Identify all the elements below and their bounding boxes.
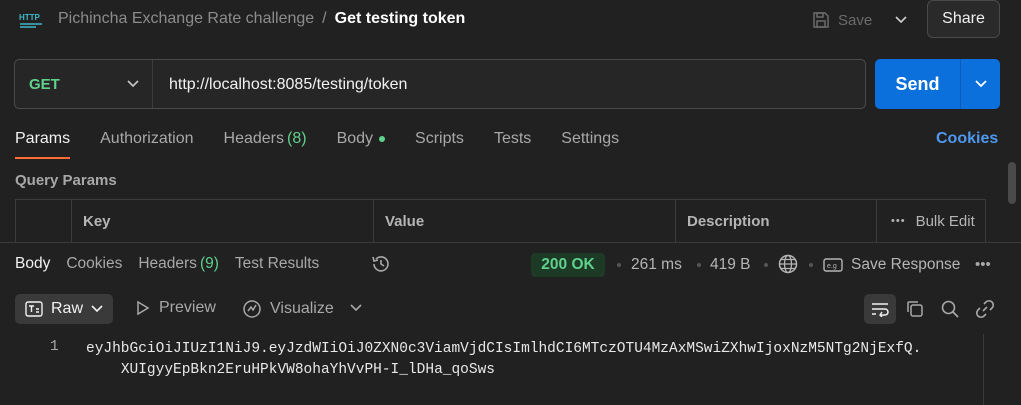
wrap-icon: [872, 303, 889, 317]
scrollbar[interactable]: [1008, 162, 1016, 204]
cookies-link[interactable]: Cookies: [936, 130, 998, 148]
chevron-down-icon: [974, 80, 987, 88]
column-value: Value: [373, 200, 675, 242]
tab-authorization[interactable]: Authorization: [100, 130, 193, 160]
response-body-line: eyJhbGciOiJIUzI1NiJ9.eyJzdWIiOiJ0ZXN0c3V…: [86, 341, 922, 357]
breadcrumb-separator: /: [322, 10, 327, 27]
preview-button[interactable]: Preview: [136, 299, 216, 317]
line-number: 1: [50, 339, 59, 355]
response-tab-headers[interactable]: Headers (9): [138, 255, 219, 273]
response-body-line-continued: XUIgyyEpBkn2EruHPkVW8ohaYhVvPH-I_lDHa_qo…: [120, 362, 495, 378]
tab-headers[interactable]: Headers (8): [224, 130, 307, 160]
response-tabs: Body Cookies Headers (9) Test Results: [15, 255, 335, 273]
collection-name[interactable]: Pichincha Exchange Rate challenge: [58, 10, 314, 27]
bulk-edit-button[interactable]: ••• Bulk Edit: [876, 200, 987, 242]
status-badge[interactable]: 200 OK: [531, 253, 605, 277]
text-format-icon: [25, 301, 43, 317]
tab-body[interactable]: Body: [337, 130, 386, 160]
save-response-button[interactable]: e.g Save Response: [823, 256, 960, 274]
tab-scripts[interactable]: Scripts: [415, 130, 464, 160]
request-name[interactable]: Get testing token: [335, 10, 466, 27]
share-button[interactable]: Share: [927, 0, 1000, 38]
play-icon: [137, 300, 150, 316]
copy-icon[interactable]: [904, 298, 926, 320]
visualize-icon: [243, 300, 261, 318]
history-icon[interactable]: [370, 253, 392, 275]
chevron-down-icon: [895, 16, 907, 24]
body-indicator-dot: [379, 135, 386, 142]
response-tab-test-results[interactable]: Test Results: [235, 255, 319, 273]
chevron-down-icon: [91, 305, 103, 313]
visualize-button[interactable]: Visualize: [242, 299, 334, 319]
save-icon: [813, 12, 829, 28]
chevron-down-icon: [122, 80, 144, 88]
response-size[interactable]: 419 B: [710, 256, 751, 274]
separator-dot: [809, 263, 813, 267]
tab-params[interactable]: Params: [15, 130, 71, 160]
svg-text:HTTP: HTTP: [19, 13, 41, 22]
send-button[interactable]: Send: [875, 59, 960, 109]
response-headers-count: (9): [199, 255, 219, 272]
example-icon: e.g: [823, 258, 843, 272]
response-tab-body[interactable]: Body: [15, 255, 50, 273]
response-time[interactable]: 261 ms: [631, 256, 682, 274]
method-label: GET: [29, 75, 60, 93]
send-divider: [960, 59, 961, 109]
http-icon: HTTP: [18, 8, 44, 32]
response-body[interactable]: eyJhbGciOiJIUzI1NiJ9.eyJzdWIiOiJ0ZXN0c3V…: [86, 339, 921, 381]
send-options-button[interactable]: [961, 59, 1000, 109]
query-params-title: Query Params: [15, 172, 117, 189]
visualize-options-button[interactable]: [349, 300, 363, 317]
svg-text:e.g: e.g: [827, 263, 837, 270]
chevron-down-icon: [350, 304, 362, 312]
query-params-table: Key Value Description ••• Bulk Edit: [15, 199, 986, 242]
method-select[interactable]: GET: [15, 60, 153, 108]
link-icon[interactable]: [974, 298, 996, 320]
more-options-icon[interactable]: •••: [975, 256, 991, 273]
breadcrumb: Pichincha Exchange Rate challenge / Get te…: [58, 10, 465, 28]
more-icon: •••: [891, 215, 906, 227]
url-bar: GET: [14, 59, 866, 109]
column-description: Description: [675, 200, 876, 242]
tab-tests[interactable]: Tests: [494, 130, 531, 160]
globe-icon[interactable]: [777, 253, 799, 275]
url-input[interactable]: [169, 74, 849, 96]
response-body-line-wrap: [86, 362, 121, 378]
response-tab-cookies[interactable]: Cookies: [66, 255, 122, 273]
separator-dot: [697, 263, 701, 267]
separator-dot: [764, 263, 768, 267]
request-tabs: Params Authorization Headers (8) Body Scr…: [15, 130, 649, 160]
save-options-button[interactable]: [888, 8, 914, 32]
headers-count: (8): [287, 130, 307, 147]
tab-settings[interactable]: Settings: [561, 130, 619, 160]
save-button[interactable]: Save: [812, 6, 872, 34]
search-icon[interactable]: [939, 298, 961, 320]
format-select[interactable]: Raw: [15, 294, 113, 324]
wrap-lines-button[interactable]: [864, 294, 896, 324]
column-key: Key: [71, 200, 373, 242]
response-scrollbar-track: [983, 334, 984, 405]
separator-dot: [617, 263, 621, 267]
save-label: Save: [838, 11, 873, 29]
